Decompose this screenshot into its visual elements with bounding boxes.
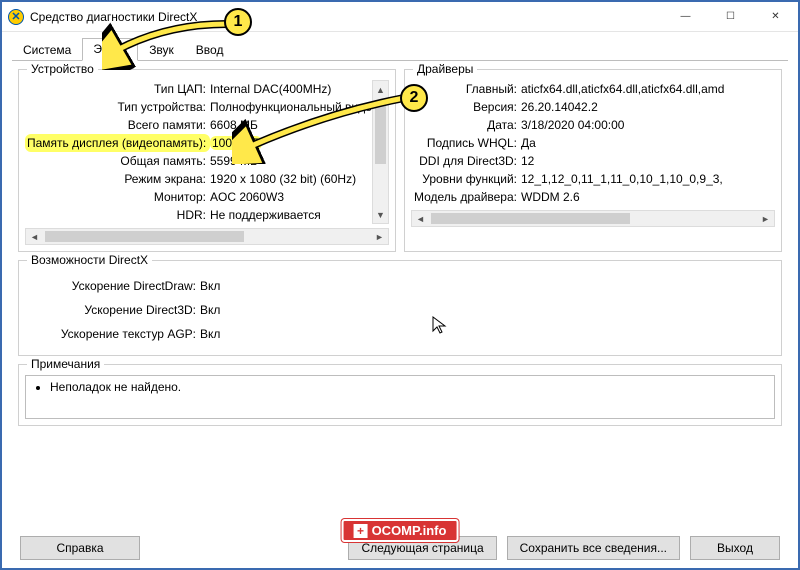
hdr-label: HDR: (25, 206, 210, 224)
tab-screen[interactable]: Экран (82, 38, 138, 61)
directx-caps-group: Возможности DirectX Ускорение DirectDraw… (18, 260, 782, 356)
drv-date-value: 3/18/2020 04:00:00 (521, 116, 775, 134)
mode-value: 1920 x 1080 (32 bit) (60Hz) (210, 170, 372, 188)
type-value: Полнофункциональный видеоадапте (210, 98, 372, 116)
notes-legend: Примечания (27, 357, 104, 371)
drv-whql-value: Да (521, 134, 775, 152)
watermark: + OCOMP.info (342, 519, 459, 542)
tab-input[interactable]: Ввод (185, 39, 235, 62)
help-button[interactable]: Справка (20, 536, 140, 560)
drv-whql-label: Подпись WHQL: (411, 134, 521, 152)
device-horizontal-scrollbar[interactable]: ◄ ► (25, 228, 389, 245)
type-label: Тип устройства: (25, 98, 210, 116)
vram-value: 1009 МБ (210, 136, 262, 150)
monitor-label: Монитор: (25, 188, 210, 206)
tab-bar: Система Экран Звук Ввод (2, 32, 798, 61)
mode-label: Режим экрана: (25, 170, 210, 188)
cursor-icon (432, 316, 448, 341)
drv-model-value: WDDM 2.6 (521, 188, 775, 206)
exit-button[interactable]: Выход (690, 536, 780, 560)
close-button[interactable]: ✕ (753, 2, 798, 32)
scroll-up-icon[interactable]: ▲ (373, 81, 388, 98)
dx-dd-label: Ускорение DirectDraw: (25, 277, 200, 295)
device-legend: Устройство (27, 62, 98, 76)
save-all-button[interactable]: Сохранить все сведения... (507, 536, 680, 560)
scroll-down-icon[interactable]: ▼ (373, 206, 388, 223)
dx-legend: Возможности DirectX (27, 253, 152, 267)
minimize-button[interactable]: — (663, 2, 708, 32)
annotation-badge-2: 2 (400, 84, 428, 112)
mem-total-value: 6608 МБ (210, 116, 372, 134)
plus-icon: + (354, 524, 368, 538)
scroll-thumb[interactable] (431, 213, 630, 224)
scroll-thumb[interactable] (45, 231, 244, 242)
monitor-value: AOC 2060W3 (210, 188, 372, 206)
scroll-thumb[interactable] (375, 100, 386, 164)
device-vertical-scrollbar[interactable]: ▲ ▼ (372, 80, 389, 224)
window-title: Средство диагностики DirectX (30, 10, 663, 24)
device-group: Устройство Тип ЦАП:Internal DAC(400MHz) … (18, 69, 396, 252)
shared-label: Общая память: (25, 152, 210, 170)
drv-ddi-value: 12 (521, 152, 775, 170)
drv-model-label: Модель драйвера: (411, 188, 521, 206)
drivers-horizontal-scrollbar[interactable]: ◄ ► (411, 210, 775, 227)
mem-total-label: Всего памяти: (25, 116, 210, 134)
drivers-legend: Драйверы (413, 62, 477, 76)
drv-feat-label: Уровни функций: (411, 170, 521, 188)
scroll-right-icon[interactable]: ► (757, 211, 774, 226)
dx-dd-value: Вкл (200, 277, 775, 295)
drv-feat-value: 12_1,12_0,11_1,11_0,10_1,10_0,9_3, (521, 170, 775, 188)
dx-d3d-label: Ускорение Direct3D: (25, 301, 200, 319)
drv-ver-value: 26.20.14042.2 (521, 98, 775, 116)
watermark-text: OCOMP.info (372, 523, 447, 538)
drv-date-label: Дата: (411, 116, 521, 134)
maximize-button[interactable]: ☐ (708, 2, 753, 32)
tab-sound[interactable]: Звук (138, 39, 185, 62)
drv-ddi-label: DDI для Direct3D: (411, 152, 521, 170)
scroll-right-icon[interactable]: ► (371, 229, 388, 244)
dac-value: Internal DAC(400MHz) (210, 80, 372, 98)
tab-system[interactable]: Система (12, 39, 82, 62)
annotation-badge-1: 1 (224, 8, 252, 36)
drivers-group: Драйверы Главный:aticfx64.dll,aticfx64.d… (404, 69, 782, 252)
app-icon: ✕ (8, 9, 24, 25)
scroll-left-icon[interactable]: ◄ (412, 211, 429, 226)
dx-agp-label: Ускорение текстур AGP: (25, 325, 200, 343)
hdr-value: Не поддерживается (210, 206, 372, 224)
notes-group: Примечания Неполадок не найдено. (18, 364, 782, 426)
vram-label: Память дисплея (видеопамять): (25, 134, 210, 152)
notes-line: Неполадок не найдено. (50, 380, 766, 394)
notes-text: Неполадок не найдено. (25, 375, 775, 419)
shared-value: 5599 МБ (210, 152, 372, 170)
dx-agp-value: Вкл (200, 325, 775, 343)
dac-label: Тип ЦАП: (25, 80, 210, 98)
dx-d3d-value: Вкл (200, 301, 775, 319)
scroll-left-icon[interactable]: ◄ (26, 229, 43, 244)
drv-main-value: aticfx64.dll,aticfx64.dll,aticfx64.dll,a… (521, 80, 775, 98)
